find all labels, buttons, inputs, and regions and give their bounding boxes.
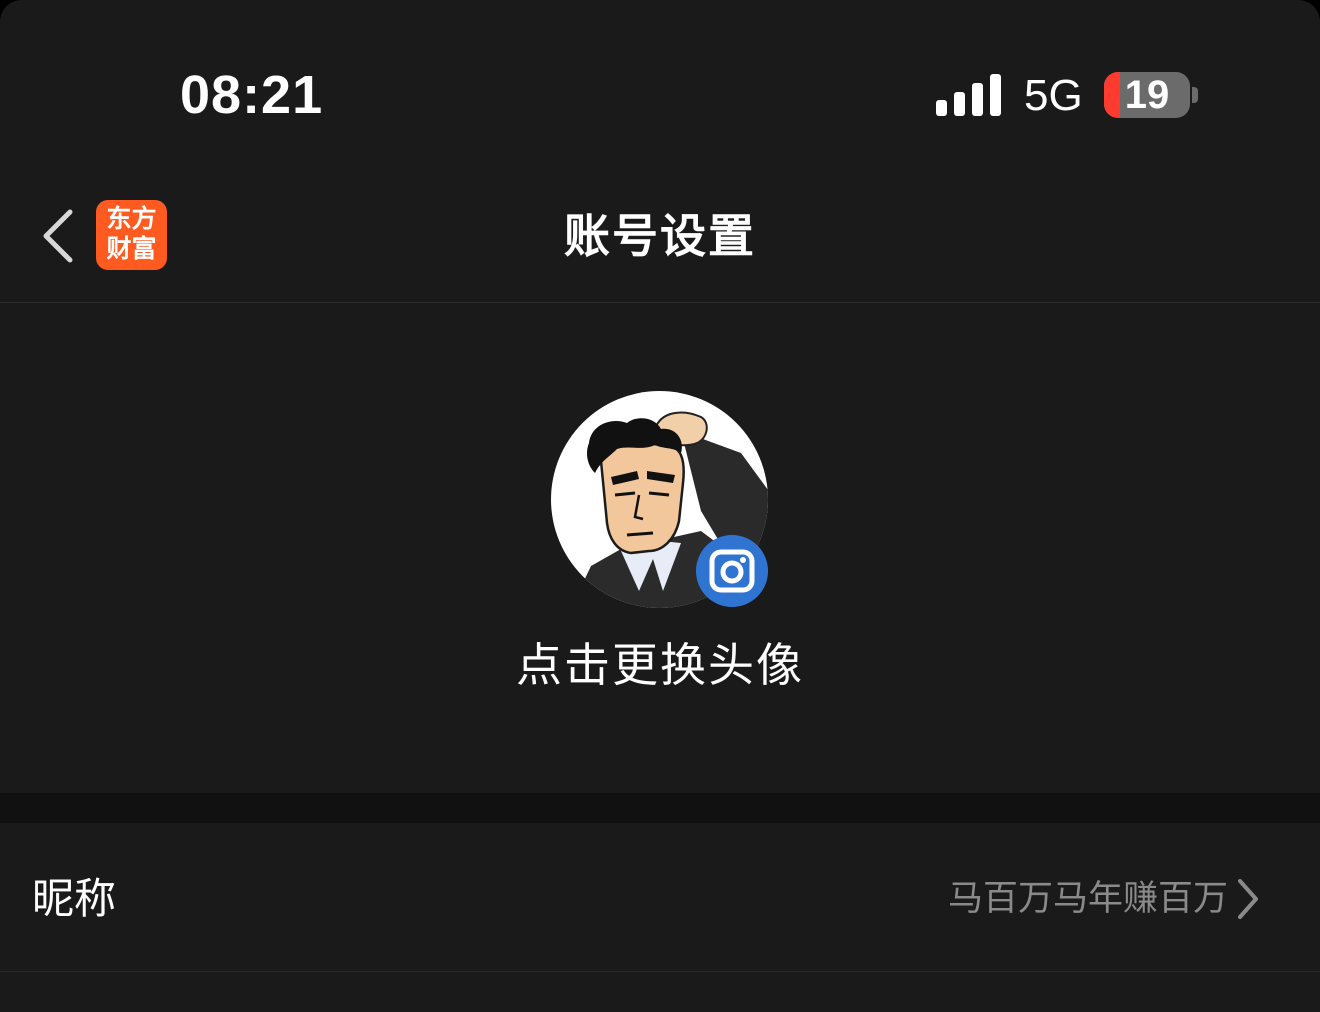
avatar-section: 点击更换头像 (0, 303, 1320, 793)
page-title: 账号设置 (564, 209, 756, 263)
nickname-value: 马百万马年赚百万 (947, 879, 1228, 919)
status-bar: 08:21 5G 19 (0, 0, 1320, 170)
nickname-label: 昵称 (32, 874, 117, 923)
network-type: 5G (1024, 71, 1083, 120)
account-settings-screen: 08:21 5G 19 东方 财富 账号设置 点击更换头像 昵称 马百万马年赚百… (0, 0, 1320, 1012)
navigation-bar: 东方 财富 账号设置 (0, 170, 1320, 303)
status-time: 08:21 (180, 65, 324, 125)
camera-icon[interactable] (696, 535, 768, 607)
battery-cap (1192, 87, 1198, 103)
chevron-right-icon (1238, 879, 1258, 919)
section-divider (0, 793, 1320, 823)
change-avatar-link[interactable]: 点击更换头像 (0, 635, 1320, 695)
battery-percentage: 19 (1124, 73, 1170, 117)
nickname-row[interactable]: 昵称 马百万马年赚百万 (0, 823, 1320, 972)
battery-icon: 19 (1104, 72, 1190, 118)
signal-strength-icon (936, 74, 1001, 116)
